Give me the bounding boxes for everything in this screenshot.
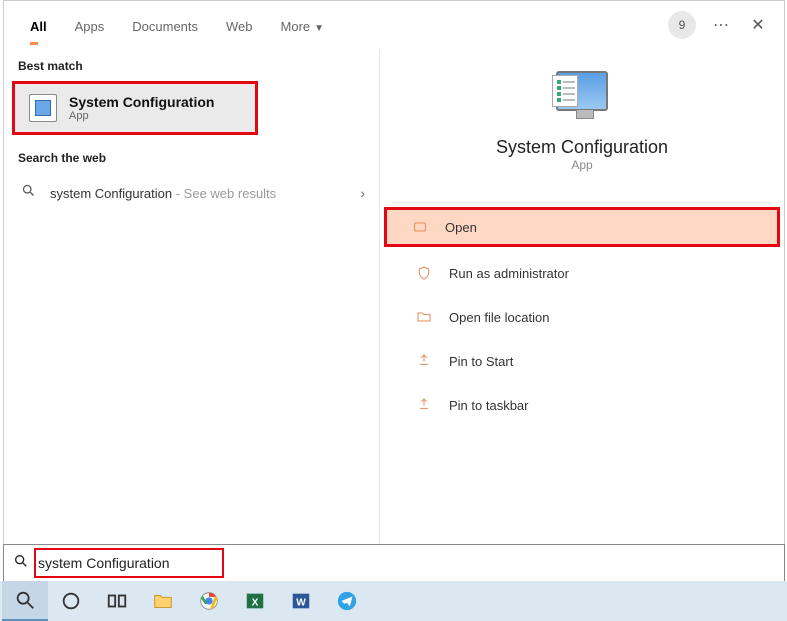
chevron-down-icon: ▼ — [314, 23, 324, 34]
taskbar-search-button[interactable] — [2, 581, 48, 621]
search-input[interactable] — [38, 555, 784, 571]
tab-all[interactable]: All — [16, 7, 61, 44]
taskbar-telegram-icon[interactable] — [324, 581, 370, 621]
action-open-file-location[interactable]: Open file location — [392, 295, 772, 339]
action-run-as-administrator[interactable]: Run as administrator — [392, 251, 772, 295]
tab-apps[interactable]: Apps — [61, 7, 119, 44]
taskbar-file-explorer-icon[interactable] — [140, 581, 186, 621]
taskbar-cortana-button[interactable] — [48, 581, 94, 621]
tab-documents[interactable]: Documents — [118, 7, 212, 44]
best-match-subtitle: App — [69, 110, 214, 122]
system-configuration-large-icon — [550, 71, 614, 127]
detail-title: System Configuration — [496, 137, 668, 158]
search-body: Best match System Configuration App Sear… — [4, 49, 784, 581]
svg-text:X: X — [252, 598, 259, 609]
search-tabs: All Apps Documents Web More▼ 9 ⋯ ✕ — [4, 1, 784, 49]
more-options-button[interactable]: ⋯ — [706, 15, 738, 35]
tab-web[interactable]: Web — [212, 7, 267, 44]
action-open[interactable]: Open — [384, 207, 780, 247]
divider — [392, 202, 772, 203]
chevron-right-icon: › — [360, 185, 365, 201]
web-result-text: system Configuration - See web results — [50, 186, 348, 201]
search-icon — [18, 183, 38, 203]
taskbar: X W — [0, 581, 787, 621]
action-pin-to-taskbar[interactable]: Pin to taskbar — [392, 383, 772, 427]
shield-icon — [415, 264, 433, 282]
best-match-result[interactable]: System Configuration App — [12, 81, 258, 135]
taskbar-word-icon[interactable]: W — [278, 581, 324, 621]
taskbar-excel-icon[interactable]: X — [232, 581, 278, 621]
taskbar-chrome-icon[interactable] — [186, 581, 232, 621]
best-match-label: Best match — [4, 49, 379, 81]
notification-badge[interactable]: 9 — [668, 11, 696, 39]
action-pin-to-start[interactable]: Pin to Start — [392, 339, 772, 383]
tab-more[interactable]: More▼ — [267, 7, 339, 44]
detail-subtitle: App — [571, 158, 592, 172]
web-result[interactable]: system Configuration - See web results › — [4, 173, 379, 213]
folder-icon — [415, 308, 433, 326]
close-button[interactable]: ✕ — [738, 15, 778, 35]
detail-column: System Configuration App Open Run as adm… — [379, 49, 784, 581]
pin-icon — [415, 396, 433, 414]
results-column: Best match System Configuration App Sear… — [4, 49, 379, 581]
search-icon — [4, 553, 38, 573]
open-icon — [411, 218, 429, 236]
search-web-label: Search the web — [4, 141, 379, 173]
search-input-row — [3, 544, 785, 582]
system-configuration-icon — [29, 94, 57, 122]
taskbar-task-view-button[interactable] — [94, 581, 140, 621]
svg-text:W: W — [296, 598, 306, 609]
pin-icon — [415, 352, 433, 370]
best-match-title: System Configuration — [69, 94, 214, 110]
start-search-panel: All Apps Documents Web More▼ 9 ⋯ ✕ Best … — [3, 0, 785, 582]
